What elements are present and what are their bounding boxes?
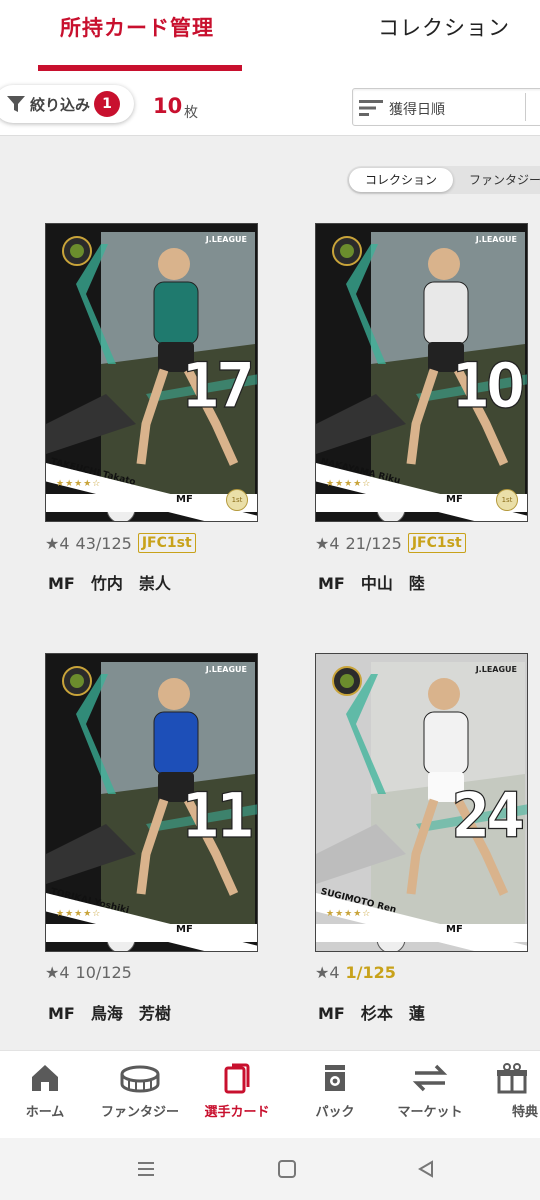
- club-emblem-icon: [62, 666, 92, 696]
- system-nav-bar: [0, 1138, 540, 1200]
- tab-collection[interactable]: コレクション: [378, 12, 510, 42]
- position-band: [316, 924, 527, 942]
- nav-pack[interactable]: パック: [290, 1061, 380, 1120]
- card-position: MF: [176, 924, 193, 935]
- jersey-number: 10: [451, 348, 526, 422]
- pack-icon: [325, 1065, 345, 1091]
- card-meta: ★4 1/125: [315, 963, 396, 982]
- card-meta: ★4 43/125 JFC1st: [45, 533, 196, 553]
- league-label: J.LEAGUE: [475, 665, 517, 674]
- league-label: J.LEAGUE: [205, 665, 247, 674]
- card-stars: ★★★★☆: [326, 909, 372, 919]
- rarity: ★4: [45, 963, 70, 982]
- club-emblem-icon: [62, 236, 92, 266]
- serial-number: 43/125: [75, 533, 132, 553]
- jersey-number: 24: [451, 778, 526, 852]
- cards-icon: [224, 1063, 250, 1094]
- player-card[interactable]: J.LEAGUE 24 SUGIMOTO Ren ★★★★☆ MF: [315, 653, 528, 952]
- position-band: [46, 924, 257, 942]
- player-name-line: MF 鳥海 芳樹: [48, 1004, 171, 1023]
- edition-tag: JFC1st: [407, 533, 466, 553]
- nav-label: ファンタジー: [100, 1105, 179, 1120]
- exchange-icon: [412, 1064, 448, 1092]
- nav-label: ホーム: [25, 1105, 65, 1120]
- league-label: J.LEAGUE: [475, 235, 517, 244]
- top-tabs: 所持カード管理 コレクション: [0, 0, 540, 72]
- jersey-number: 11: [181, 778, 256, 852]
- toggle-collection[interactable]: コレクション: [349, 168, 453, 192]
- nav-player-cards[interactable]: 選手カード: [192, 1061, 282, 1120]
- home-button-icon[interactable]: [277, 1159, 297, 1179]
- nav-label: 特典: [512, 1105, 539, 1120]
- player-name-line: MF 竹内 崇人: [48, 574, 171, 593]
- rarity: ★4: [315, 533, 340, 553]
- gift-icon: [497, 1063, 527, 1094]
- funnel-icon: [7, 96, 25, 112]
- player-card[interactable]: J.LEAGUE 10 NAKAYAMA Riku ★★★★☆ MF 1st: [315, 223, 528, 522]
- first-edition-badge: 1st: [496, 489, 518, 511]
- card-meta: ★4 21/125 JFC1st: [315, 533, 466, 553]
- rarity: ★4: [45, 533, 70, 553]
- first-edition-badge: 1st: [226, 489, 248, 511]
- card-stars: ★★★★☆: [56, 479, 102, 489]
- serial-number: 21/125: [345, 533, 402, 553]
- player-card[interactable]: J.LEAGUE 17 TAKEUCHI Takato ★★★★☆ MF 1st: [45, 223, 258, 522]
- nav-fantasy[interactable]: ファンタジー: [95, 1061, 185, 1120]
- card-stars: ★★★★☆: [56, 909, 102, 919]
- serial-number: 1/125: [345, 963, 396, 982]
- nav-home[interactable]: ホーム: [0, 1061, 90, 1120]
- club-emblem-icon: [332, 666, 362, 696]
- view-toggle[interactable]: コレクション ファンタジー: [347, 166, 540, 194]
- card-position: MF: [176, 494, 193, 505]
- sort-icon: [359, 100, 383, 116]
- player-name-line: MF 中山 陸: [318, 574, 425, 593]
- card-count: 10: [153, 94, 183, 118]
- card-position: MF: [446, 494, 463, 505]
- edition-tag: JFC1st: [137, 533, 196, 553]
- nav-label: パック: [315, 1105, 355, 1120]
- rarity: ★4: [315, 963, 340, 982]
- sort-label: 獲得日順: [389, 102, 445, 118]
- bottom-navigation: ホーム ファンタジー 選手カード パック マーケット 特典: [0, 1050, 540, 1138]
- nav-benefits[interactable]: 特典: [482, 1061, 540, 1120]
- filter-count-badge: 1: [94, 91, 120, 117]
- card-meta: ★4 10/125: [45, 963, 132, 982]
- sort-select[interactable]: 獲得日順: [352, 88, 540, 126]
- recent-apps-icon[interactable]: [136, 1159, 156, 1179]
- nav-label: 選手カード: [204, 1105, 270, 1120]
- card-stars: ★★★★☆: [326, 479, 372, 489]
- jersey-number: 17: [181, 348, 256, 422]
- club-emblem-icon: [332, 236, 362, 266]
- serial-number: 10/125: [75, 963, 132, 982]
- league-label: J.LEAGUE: [205, 235, 247, 244]
- filter-bar: 絞り込み 1 10 枚 獲得日順: [0, 72, 540, 136]
- home-icon: [32, 1065, 58, 1091]
- card-count-unit: 枚: [184, 105, 198, 121]
- tab-owned-cards[interactable]: 所持カード管理: [60, 12, 214, 42]
- filter-button[interactable]: 絞り込み 1: [0, 85, 134, 123]
- active-tab-indicator: [38, 65, 242, 71]
- back-icon[interactable]: [416, 1159, 436, 1179]
- toggle-fantasy[interactable]: ファンタジー: [469, 171, 540, 188]
- filter-label: 絞り込み: [30, 95, 91, 114]
- nav-market[interactable]: マーケット: [385, 1061, 475, 1120]
- player-card[interactable]: J.LEAGUE 11 TORIKAI Yoshiki ★★★★☆ MF: [45, 653, 258, 952]
- sort-divider: [525, 93, 526, 121]
- nav-label: マーケット: [397, 1105, 463, 1120]
- card-position: MF: [446, 924, 463, 935]
- player-name-line: MF 杉本 蓮: [318, 1004, 425, 1023]
- stadium-icon: [120, 1065, 160, 1093]
